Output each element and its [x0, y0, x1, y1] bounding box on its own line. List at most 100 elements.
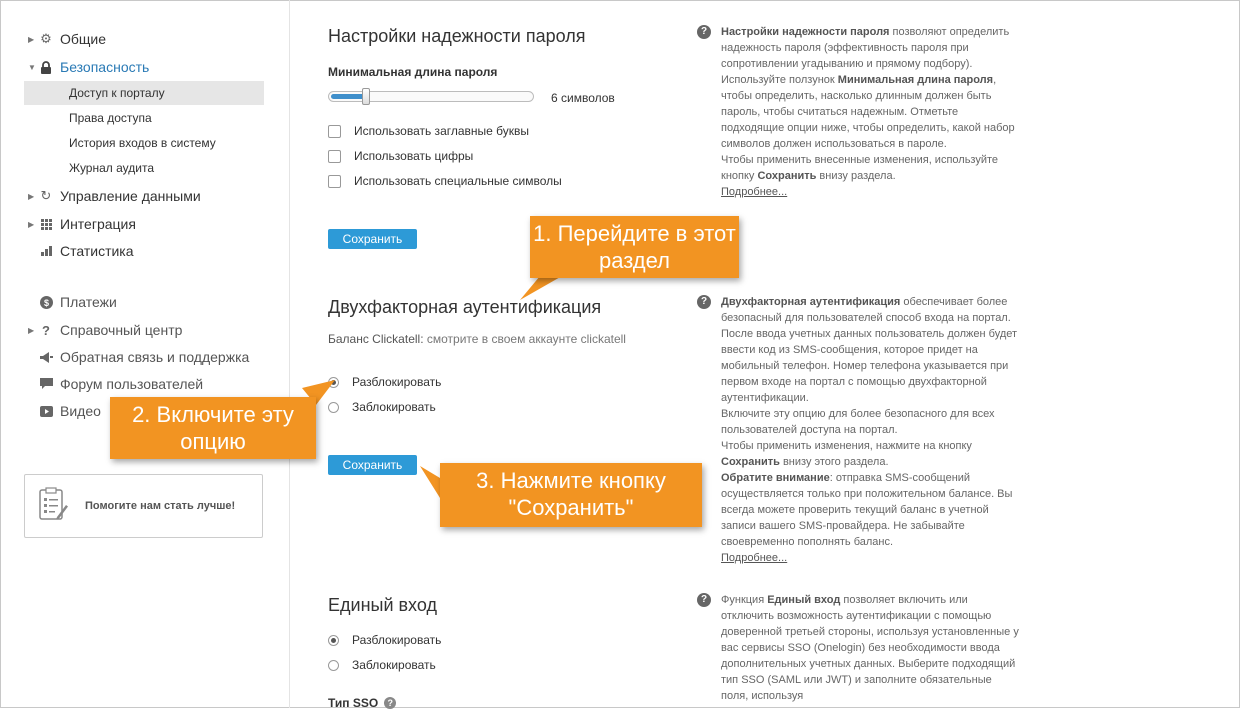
checkbox-box[interactable] [328, 124, 341, 138]
sidebar-item-label: Обратная связь и поддержка [60, 349, 250, 365]
special-chars-checkbox[interactable]: Использовать специальные символы [328, 174, 562, 188]
expand-arrow-icon[interactable]: ▶ [28, 220, 38, 229]
sidebar-item-statistics[interactable]: Статистика [28, 240, 134, 262]
twofa-section-title: Двухфакторная аутентификация [328, 297, 602, 317]
radio-button[interactable] [328, 376, 339, 388]
sidebar-item-label: Видео [60, 403, 101, 419]
sidebar-item-help-center[interactable]: ▶ ? Справочный центр [28, 319, 182, 341]
sidebar: ▶ ⚙ Общие ▼ Безопасность Доступ к портал… [0, 0, 290, 708]
help-text: Функция [721, 594, 768, 606]
slider-handle[interactable] [362, 88, 370, 105]
min-length-label: Минимальная длина пароля [328, 65, 498, 79]
sidebar-item-label: Статистика [60, 243, 134, 259]
feedback-box[interactable]: Помогите нам стать лучше! [24, 474, 263, 538]
radio-button[interactable] [328, 401, 339, 413]
more-link[interactable]: Подробнее... [721, 186, 787, 198]
help-bold: Сохранить [721, 456, 780, 468]
sidebar-item-label: Платежи [60, 294, 117, 310]
radio-label: Заблокировать [352, 400, 436, 414]
sidebar-item-label: Интеграция [60, 216, 136, 232]
help-question-icon: ? [697, 295, 711, 309]
help-text: Используйте ползунок [721, 74, 838, 86]
checkbox-label: Использовать заглавные буквы [354, 124, 530, 138]
sidebar-subitem-access-rights[interactable]: Права доступа [24, 106, 264, 130]
checkbox-label: Использовать цифры [354, 149, 474, 163]
radio-button[interactable] [328, 659, 339, 671]
dollar-icon: $ [38, 294, 54, 310]
sso-enable-radio[interactable]: Разблокировать [328, 633, 441, 647]
sidebar-item-label: Форум пользователей [60, 376, 204, 392]
twofa-disable-radio[interactable]: Заблокировать [328, 400, 436, 414]
help-question-icon[interactable]: ? [384, 697, 397, 709]
help-bold: Минимальная длина пароля [837, 74, 994, 86]
bar-chart-icon [38, 243, 54, 259]
sso-disable-radio[interactable]: Заблокировать [328, 658, 436, 672]
svg-text:$: $ [43, 298, 48, 308]
uppercase-checkbox[interactable]: Использовать заглавные буквы [328, 124, 529, 138]
radio-label: Разблокировать [352, 375, 442, 389]
clipboard-icon [39, 486, 69, 526]
chat-icon [38, 376, 54, 392]
checkbox-box[interactable] [328, 174, 341, 188]
slider-value: 6 символов [551, 91, 615, 105]
sidebar-item-label: Безопасность [60, 59, 150, 75]
expand-arrow-icon[interactable]: ▶ [28, 35, 38, 44]
video-icon [38, 403, 54, 419]
radio-button[interactable] [328, 634, 339, 646]
sidebar-item-forum[interactable]: Форум пользователей [28, 373, 203, 395]
sidebar-subitem-portal-access[interactable]: Доступ к порталу [24, 81, 264, 105]
expand-arrow-icon[interactable]: ▶ [28, 326, 38, 335]
password-section-title: Настройки надежности пароля [328, 26, 586, 46]
twofa-enable-radio[interactable]: Разблокировать [328, 375, 441, 389]
sidebar-item-payments[interactable]: $ Платежи [28, 291, 117, 313]
feedback-box-label: Помогите нам стать лучше! [85, 500, 236, 512]
checkbox-label: Использовать специальные символы [354, 174, 562, 188]
help-text: позволяет включить или отключить возможн… [721, 594, 1019, 702]
twofa-save-button[interactable]: Сохранить [328, 455, 417, 475]
help-title: Настройки надежности пароля [721, 26, 890, 38]
sidebar-item-label: Управление данными [60, 188, 201, 204]
sidebar-subitem-audit-log[interactable]: Журнал аудита [24, 156, 264, 180]
help-bold: Единый вход [767, 594, 841, 606]
help-bold: Обратите внимание [721, 472, 830, 484]
sidebar-item-security[interactable]: ▼ Безопасность [28, 56, 149, 78]
balance-link[interactable]: смотрите в своем аккаунте clickatell [427, 332, 626, 346]
radio-label: Заблокировать [352, 658, 436, 672]
gear-icon: ⚙ [40, 31, 52, 46]
sso-section-title: Единый вход [328, 595, 437, 615]
sidebar-item-video[interactable]: Видео [28, 400, 101, 422]
twofa-help: ? Двухфакторная аутентификация обеспечив… [697, 294, 1022, 566]
password-save-button[interactable]: Сохранить [328, 229, 417, 249]
checkbox-box[interactable] [328, 149, 341, 163]
grid-icon [38, 216, 54, 232]
lock-icon [38, 59, 54, 75]
sidebar-item-data-management[interactable]: ▶ ↻ Управление данными [28, 185, 201, 207]
megaphone-icon [38, 349, 54, 365]
help-bold: Сохранить [757, 170, 817, 182]
help-question-icon: ? [697, 25, 711, 39]
help-title: Двухфакторная аутентификация [721, 296, 901, 308]
sidebar-item-feedback[interactable]: Обратная связь и поддержка [28, 346, 249, 368]
help-text: внизу раздела. [816, 170, 896, 182]
help-question-icon: ? [697, 593, 711, 607]
slider-fill [331, 94, 365, 99]
help-text: обеспечивает более безопасный для пользо… [721, 296, 1018, 404]
sidebar-item-label: Общие [60, 31, 107, 47]
sidebar-item-integration[interactable]: ▶ Интеграция [28, 213, 136, 235]
collapse-arrow-icon[interactable]: ▼ [28, 63, 38, 72]
callout-step-1: 1. Перейдите в этот раздел [530, 216, 739, 278]
refresh-icon: ↻ [40, 188, 52, 203]
sidebar-item-label: Справочный центр [60, 322, 183, 338]
help-text: внизу этого раздела. [779, 456, 889, 468]
more-link[interactable]: Подробнее... [721, 552, 787, 564]
callout-step-2: 2. Включите эту опцию [110, 397, 316, 459]
expand-arrow-icon[interactable]: ▶ [28, 192, 38, 201]
callout-step-3: 3. Нажмите кнопку "Сохранить" [440, 463, 702, 527]
min-length-slider[interactable] [328, 88, 534, 105]
help-text: Чтобы применить изменения, нажмите на кн… [721, 440, 972, 452]
sidebar-subitem-login-history[interactable]: История входов в систему [24, 131, 264, 155]
sidebar-item-general[interactable]: ▶ ⚙ Общие [28, 28, 106, 50]
question-icon: ? [42, 322, 50, 338]
digits-checkbox[interactable]: Использовать цифры [328, 149, 473, 163]
balance-label: Баланс Clickatell: [328, 332, 427, 346]
